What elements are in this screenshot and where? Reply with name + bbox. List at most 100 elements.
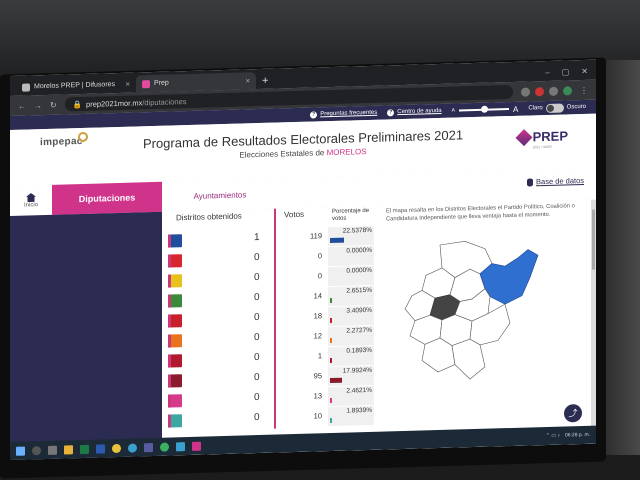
edge-icon[interactable] — [128, 442, 137, 453]
percentage-value: 17.9924% — [342, 366, 372, 375]
subtitle-prefix: Elecciones Estatales de — [239, 148, 327, 160]
database-link[interactable]: Base de datos — [527, 176, 584, 187]
browser-tab-difusores[interactable]: Morelos PREP | Difusores × — [16, 75, 136, 95]
faq-link[interactable]: ? Preguntas frecuentes — [310, 109, 377, 119]
tab-ayuntamientos[interactable]: Ayuntamientos — [162, 179, 278, 212]
tab-favicon-icon — [142, 79, 150, 88]
distritos-value: 0 — [254, 352, 260, 364]
tray-icons[interactable]: ⌃ ▭ ♪ — [546, 433, 560, 439]
windows-start-icon[interactable] — [16, 446, 25, 456]
theme-switch[interactable]: Claro Oscuro — [528, 102, 586, 113]
votos-value: 12 — [313, 331, 322, 341]
percentage-bar — [330, 377, 342, 384]
percentage-cell: 2.4621% — [328, 385, 374, 407]
home-label: Inicio — [23, 201, 38, 209]
prep-logo[interactable]: PREP 2021 • MOR — [515, 128, 568, 149]
menu-icon[interactable]: ⋮ — [580, 85, 588, 94]
close-icon[interactable]: × — [125, 80, 130, 89]
percentage-bar — [330, 338, 332, 344]
theme-dark-label: Oscuro — [566, 103, 586, 111]
task-view-icon[interactable] — [48, 445, 57, 455]
theme-light-label: Claro — [528, 105, 543, 112]
question-icon: ? — [310, 110, 318, 119]
database-label: Base de datos — [536, 175, 584, 187]
forward-icon[interactable]: → — [34, 101, 42, 110]
close-icon[interactable]: × — [245, 76, 250, 85]
votos-value: 13 — [313, 391, 322, 401]
monitor-screen: Morelos PREP | Difusores × Prep × + – ▢ … — [10, 59, 596, 461]
distritos-value: 0 — [254, 292, 260, 304]
excel-icon[interactable] — [80, 444, 89, 454]
map-description: El mapa resalta en los Distritos Elector… — [386, 203, 575, 223]
browser-tab-prep[interactable]: Prep × — [136, 72, 256, 93]
percentage-cell: 0.0000% — [328, 265, 374, 287]
distritos-value: 0 — [254, 332, 260, 344]
distritos-value: 0 — [254, 372, 260, 384]
share-icon: ⤴ — [568, 408, 578, 419]
percentage-cell: 22.5378% — [328, 225, 374, 247]
prep-logo-text: PREP — [532, 128, 568, 145]
header-distritos: Distritos obtenidos — [176, 211, 242, 223]
extension-icon[interactable] — [535, 86, 544, 96]
app-icon[interactable] — [144, 442, 153, 452]
maximize-icon[interactable]: ▢ — [562, 67, 570, 76]
votos-value: 14 — [313, 291, 322, 301]
app-icon[interactable] — [176, 441, 185, 451]
percentage-value: 2.4621% — [346, 386, 372, 395]
slider-knob[interactable] — [480, 105, 488, 113]
extension-icon[interactable] — [521, 86, 530, 97]
font-size-slider[interactable]: A A — [452, 104, 519, 115]
word-icon[interactable] — [96, 443, 105, 454]
map-panel: El mapa resalta en los Distritos Elector… — [374, 199, 596, 450]
help-link[interactable]: ? Centro de ayuda — [387, 107, 442, 116]
slider-track[interactable] — [458, 105, 509, 113]
profile-icon[interactable] — [563, 85, 572, 96]
chrome-icon[interactable] — [112, 443, 121, 453]
distritos-value: 1 — [254, 232, 260, 244]
votos-value: 1 — [317, 351, 322, 361]
votos-value: 0 — [317, 251, 322, 261]
header-porcentaje: Porcentaje de votos — [332, 207, 370, 223]
share-button[interactable]: ⤴ — [564, 404, 582, 423]
home-button[interactable]: Inicio — [10, 185, 52, 216]
search-icon[interactable] — [32, 445, 41, 455]
tab-label: Morelos PREP | Difusores — [34, 81, 116, 91]
scrollbar-thumb[interactable] — [592, 209, 595, 270]
party-logo-icon — [168, 414, 182, 428]
votos-value: 0 — [317, 271, 322, 281]
minimize-icon[interactable]: – — [545, 68, 549, 77]
votos-value: 119 — [310, 231, 322, 241]
extension-icon[interactable] — [549, 86, 558, 96]
party-logo-icon — [168, 234, 182, 248]
back-icon[interactable]: ← — [18, 101, 26, 110]
distritos-value: 0 — [254, 312, 260, 324]
prep-mark-icon — [515, 128, 533, 146]
percentage-value: 0.0000% — [346, 246, 372, 255]
party-logo-icon — [168, 314, 182, 328]
file-explorer-icon[interactable] — [64, 444, 73, 454]
percentage-value: 3.4090% — [346, 306, 372, 315]
party-logo-icon — [168, 394, 182, 408]
whatsapp-icon[interactable] — [160, 442, 169, 452]
left-panel — [10, 211, 162, 460]
database-icon — [527, 177, 534, 187]
map-district[interactable] — [451, 338, 486, 380]
results-table: Distritos obtenidos Votos Porcentaje de … — [162, 205, 374, 456]
percentage-value: 22.5378% — [342, 226, 372, 235]
district-map[interactable] — [400, 237, 550, 386]
tab-diputaciones[interactable]: Diputaciones — [52, 181, 162, 215]
app-icon[interactable] — [192, 441, 201, 451]
percentage-value: 0.0000% — [346, 266, 372, 275]
distritos-value: 0 — [254, 392, 260, 404]
percentage-value: 1.8939% — [346, 406, 372, 415]
window-controls: – ▢ ✕ — [537, 67, 596, 82]
new-tab-icon[interactable]: + — [256, 75, 274, 90]
page-scrollbar[interactable] — [591, 199, 596, 444]
close-window-icon[interactable]: ✕ — [581, 67, 588, 76]
theme-toggle[interactable] — [545, 103, 564, 113]
url-host: prep2021mor.mx — [86, 97, 143, 109]
font-small-label: A — [451, 107, 455, 114]
reload-icon[interactable]: ↻ — [50, 100, 57, 109]
percentage-cell: 0.0000% — [328, 245, 374, 267]
header-votos: Votos — [284, 209, 305, 220]
